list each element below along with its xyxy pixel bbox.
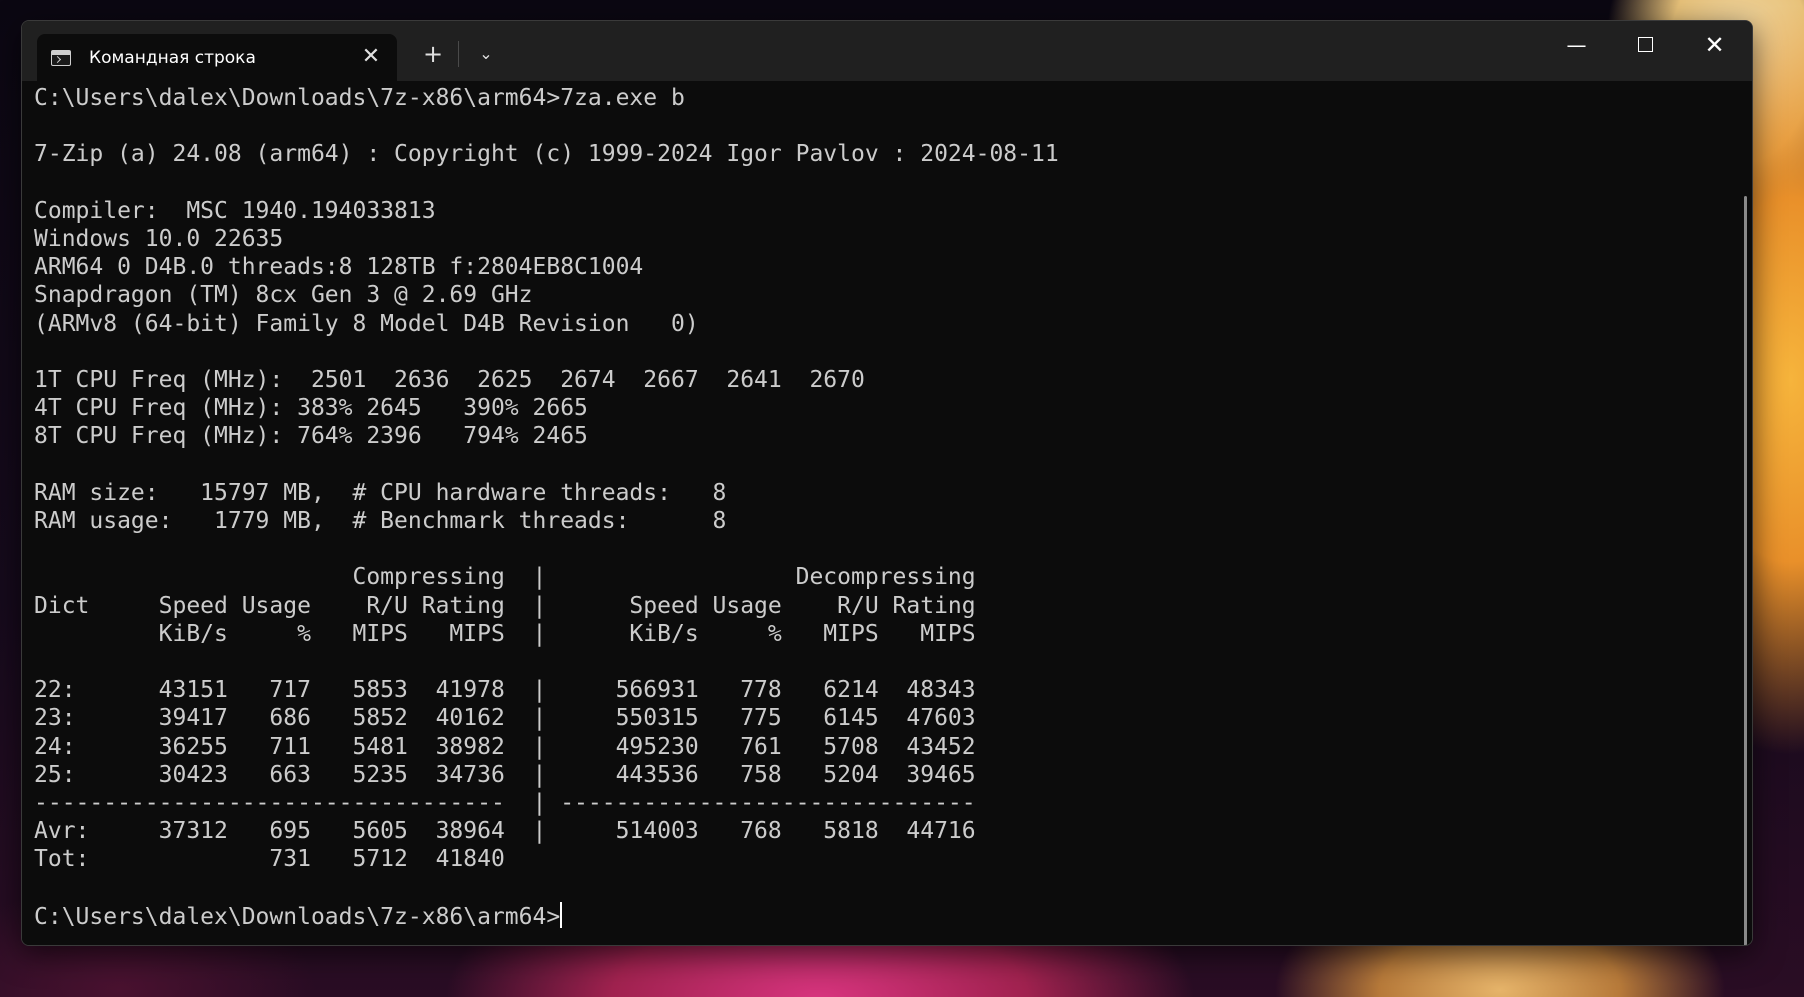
close-button[interactable]: ✕ (1680, 21, 1749, 69)
terminal-line: (ARMv8 (64-bit) Family 8 Model D4B Revis… (34, 310, 699, 337)
terminal-line: Snapdragon (TM) 8cx Gen 3 @ 2.69 GHz (34, 282, 533, 309)
terminal-line: 23: 39417 686 5852 40162 | 550315 775 61… (34, 705, 976, 732)
command-prompt-icon (51, 49, 71, 66)
tab-title: Командная строка (89, 47, 256, 68)
toolbar-divider (458, 41, 459, 67)
terminal-line: 7-Zip (a) 24.08 (arm64) : Copyright (c) … (34, 141, 1059, 168)
terminal-line: KiB/s % MIPS MIPS | KiB/s % MIPS MIPS (158, 620, 976, 647)
chevron-down-icon[interactable]: ⌄ (468, 39, 504, 69)
text-cursor (560, 901, 563, 928)
terminal-line: Compiler: MSC 1940.194033813 (34, 197, 436, 224)
terminal-line: Tot: 731 5712 41840 (34, 846, 505, 873)
terminal-line: RAM usage: 1779 MB, # Benchmark threads:… (34, 508, 727, 535)
terminal-line: Dict Speed Usage R/U Rating | Speed Usag… (34, 592, 976, 619)
maximize-icon (1638, 36, 1653, 52)
title-bar[interactable]: Командная строка ✕ + ⌄ — ✕ (22, 21, 1752, 81)
maximize-button[interactable] (1611, 21, 1680, 69)
new-tab-button[interactable]: + (415, 39, 451, 69)
terminal-line: 24: 36255 711 5481 38982 | 495230 761 57… (34, 733, 976, 760)
terminal-line: 4T CPU Freq (MHz): 383% 2645 390% 2665 (34, 395, 588, 422)
terminal-line: Avr: 37312 695 5605 38964 | 514003 768 5… (34, 818, 976, 845)
terminal-window: Командная строка ✕ + ⌄ — ✕ C:\Users\dale… (21, 20, 1753, 946)
terminal-line: Windows 10.0 22635 (34, 226, 284, 253)
tab-close-icon[interactable]: ✕ (359, 45, 383, 69)
terminal-line: 25: 30423 663 5235 34736 | 443536 758 52… (34, 761, 976, 788)
terminal-line: Compressing | Decompressing (352, 564, 976, 591)
tab-command-prompt[interactable]: Командная строка ✕ (37, 34, 397, 81)
terminal-line: 22: 43151 717 5853 41978 | 566931 778 62… (34, 677, 976, 704)
terminal-text: C:\Users\dalex\Downloads\7z-x86\arm64>7z… (34, 84, 1059, 931)
terminal-output-area[interactable]: C:\Users\dalex\Downloads\7z-x86\arm64>7z… (22, 81, 1752, 945)
terminal-line: ARM64 0 D4B.0 threads:8 128TB f:2804EB8C… (34, 254, 644, 281)
terminal-lines: C:\Users\dalex\Downloads\7z-x86\arm64>7z… (34, 85, 1059, 872)
terminal-line: RAM size: 15797 MB, # CPU hardware threa… (34, 479, 727, 506)
vertical-scrollbar[interactable] (1744, 196, 1747, 945)
terminal-line: C:\Users\dalex\Downloads\7z-x86\arm64>7z… (34, 85, 685, 111)
terminal-line: 8T CPU Freq (MHz): 764% 2396 794% 2465 (34, 423, 588, 450)
terminal-line: ---------------------------------- | ---… (34, 790, 976, 817)
minimize-button[interactable]: — (1542, 21, 1611, 69)
terminal-line: 1T CPU Freq (MHz): 2501 2636 2625 2674 2… (34, 367, 865, 394)
command-prompt: C:\Users\dalex\Downloads\7z-x86\arm64> (34, 903, 561, 930)
